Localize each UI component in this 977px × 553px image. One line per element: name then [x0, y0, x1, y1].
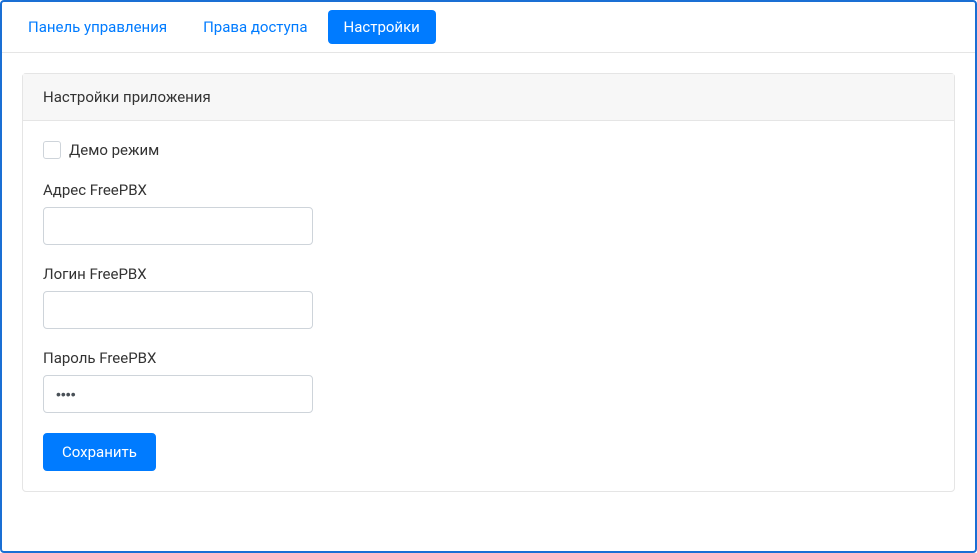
password-group: Пароль FreePBX [43, 349, 934, 413]
address-label: Адрес FreePBX [43, 181, 934, 199]
demo-mode-checkbox[interactable] [43, 141, 61, 159]
tab-dashboard[interactable]: Панель управления [12, 10, 183, 44]
panel-body: Демо режим Адрес FreePBX Логин FreePBX П… [23, 121, 954, 491]
panel-title: Настройки приложения [23, 74, 954, 121]
demo-mode-group: Демо режим [43, 141, 934, 159]
save-button[interactable]: Сохранить [43, 433, 156, 471]
login-label: Логин FreePBX [43, 265, 934, 283]
tabs-nav: Панель управления Права доступа Настройк… [2, 2, 975, 53]
password-label: Пароль FreePBX [43, 349, 934, 367]
password-input[interactable] [43, 375, 313, 413]
demo-mode-label[interactable]: Демо режим [69, 141, 159, 159]
tab-access[interactable]: Права доступа [187, 10, 323, 44]
address-group: Адрес FreePBX [43, 181, 934, 245]
tab-settings[interactable]: Настройки [328, 10, 436, 44]
login-group: Логин FreePBX [43, 265, 934, 329]
login-input[interactable] [43, 291, 313, 329]
content-area: Настройки приложения Демо режим Адрес Fr… [2, 53, 975, 512]
settings-panel: Настройки приложения Демо режим Адрес Fr… [22, 73, 955, 492]
address-input[interactable] [43, 207, 313, 245]
